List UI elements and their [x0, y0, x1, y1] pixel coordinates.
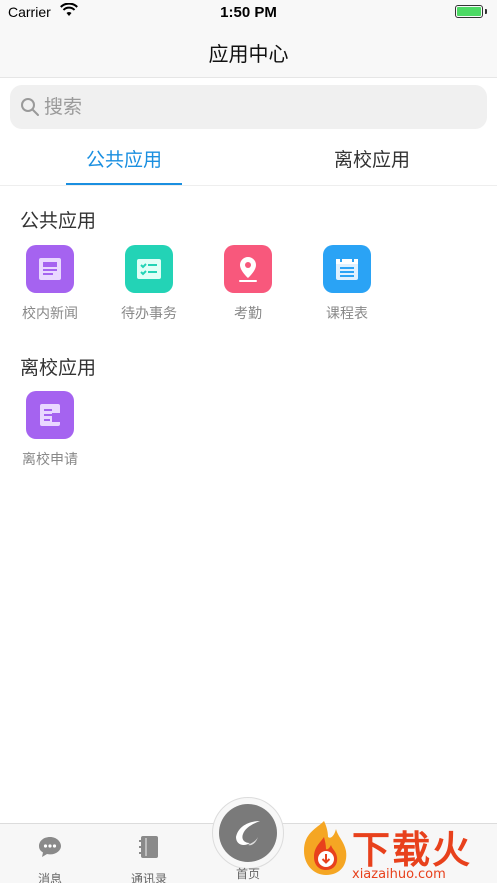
search-bar[interactable]: [10, 85, 487, 129]
chat-icon: [39, 837, 61, 857]
app-attendance[interactable]: 考勤: [212, 245, 284, 323]
tabbar-label: 消息: [37, 872, 62, 883]
search-input[interactable]: [44, 91, 474, 123]
tab-label: 离校应用: [333, 149, 410, 171]
app-todo[interactable]: 待办事务: [113, 245, 185, 323]
status-time: 1:50 PM: [220, 4, 277, 21]
form-icon: [26, 391, 74, 439]
app-campus-news[interactable]: 校内新闻: [14, 245, 86, 323]
tabbar-contacts[interactable]: 通讯录: [109, 834, 189, 883]
battery-icon: [455, 5, 483, 18]
flame-icon: [304, 821, 347, 875]
status-bar: Carrier 1:50 PM: [0, 0, 497, 26]
app-label: 课程表: [326, 306, 368, 322]
tab-active-indicator: [66, 183, 182, 185]
section-title-leave: 离校应用: [20, 357, 97, 379]
battery-fill: [457, 7, 481, 16]
watermark-brand: 下载火: [352, 828, 473, 872]
app-label: 离校申请: [22, 452, 78, 468]
page-title: 应用中心: [208, 42, 289, 66]
tabbar-messages[interactable]: 消息: [10, 834, 90, 883]
app-tabs: 公共应用 离校应用: [0, 138, 497, 186]
tabbar-home-label: 首页: [235, 867, 260, 881]
checklist-icon: [125, 245, 173, 293]
nav-bar: 应用中心: [0, 26, 497, 78]
calendar-icon: [323, 245, 371, 293]
tab-leave-apps[interactable]: 离校应用: [314, 138, 430, 186]
battery-tip: [485, 9, 487, 14]
app-leave-application[interactable]: 离校申请: [14, 391, 86, 469]
app-label: 考勤: [234, 306, 262, 322]
tab-public-apps[interactable]: 公共应用: [66, 138, 182, 186]
watermark-logo: 下载火 xiazaihuo.com: [294, 815, 497, 883]
app-timetable[interactable]: 课程表: [311, 245, 383, 323]
app-label: 校内新闻: [22, 306, 78, 322]
news-icon: [26, 245, 74, 293]
search-icon: [21, 98, 39, 116]
home-logo-icon: [219, 804, 277, 862]
tabbar-home-button[interactable]: [212, 797, 284, 869]
location-pin-icon: [224, 245, 272, 293]
section-title-public: 公共应用: [20, 210, 97, 232]
watermark-url: xiazaihuo.com: [352, 867, 446, 882]
contacts-icon: [139, 836, 158, 858]
tab-label: 公共应用: [85, 149, 162, 171]
tabbar-label: 通讯录: [130, 872, 167, 883]
app-label: 待办事务: [121, 306, 177, 322]
